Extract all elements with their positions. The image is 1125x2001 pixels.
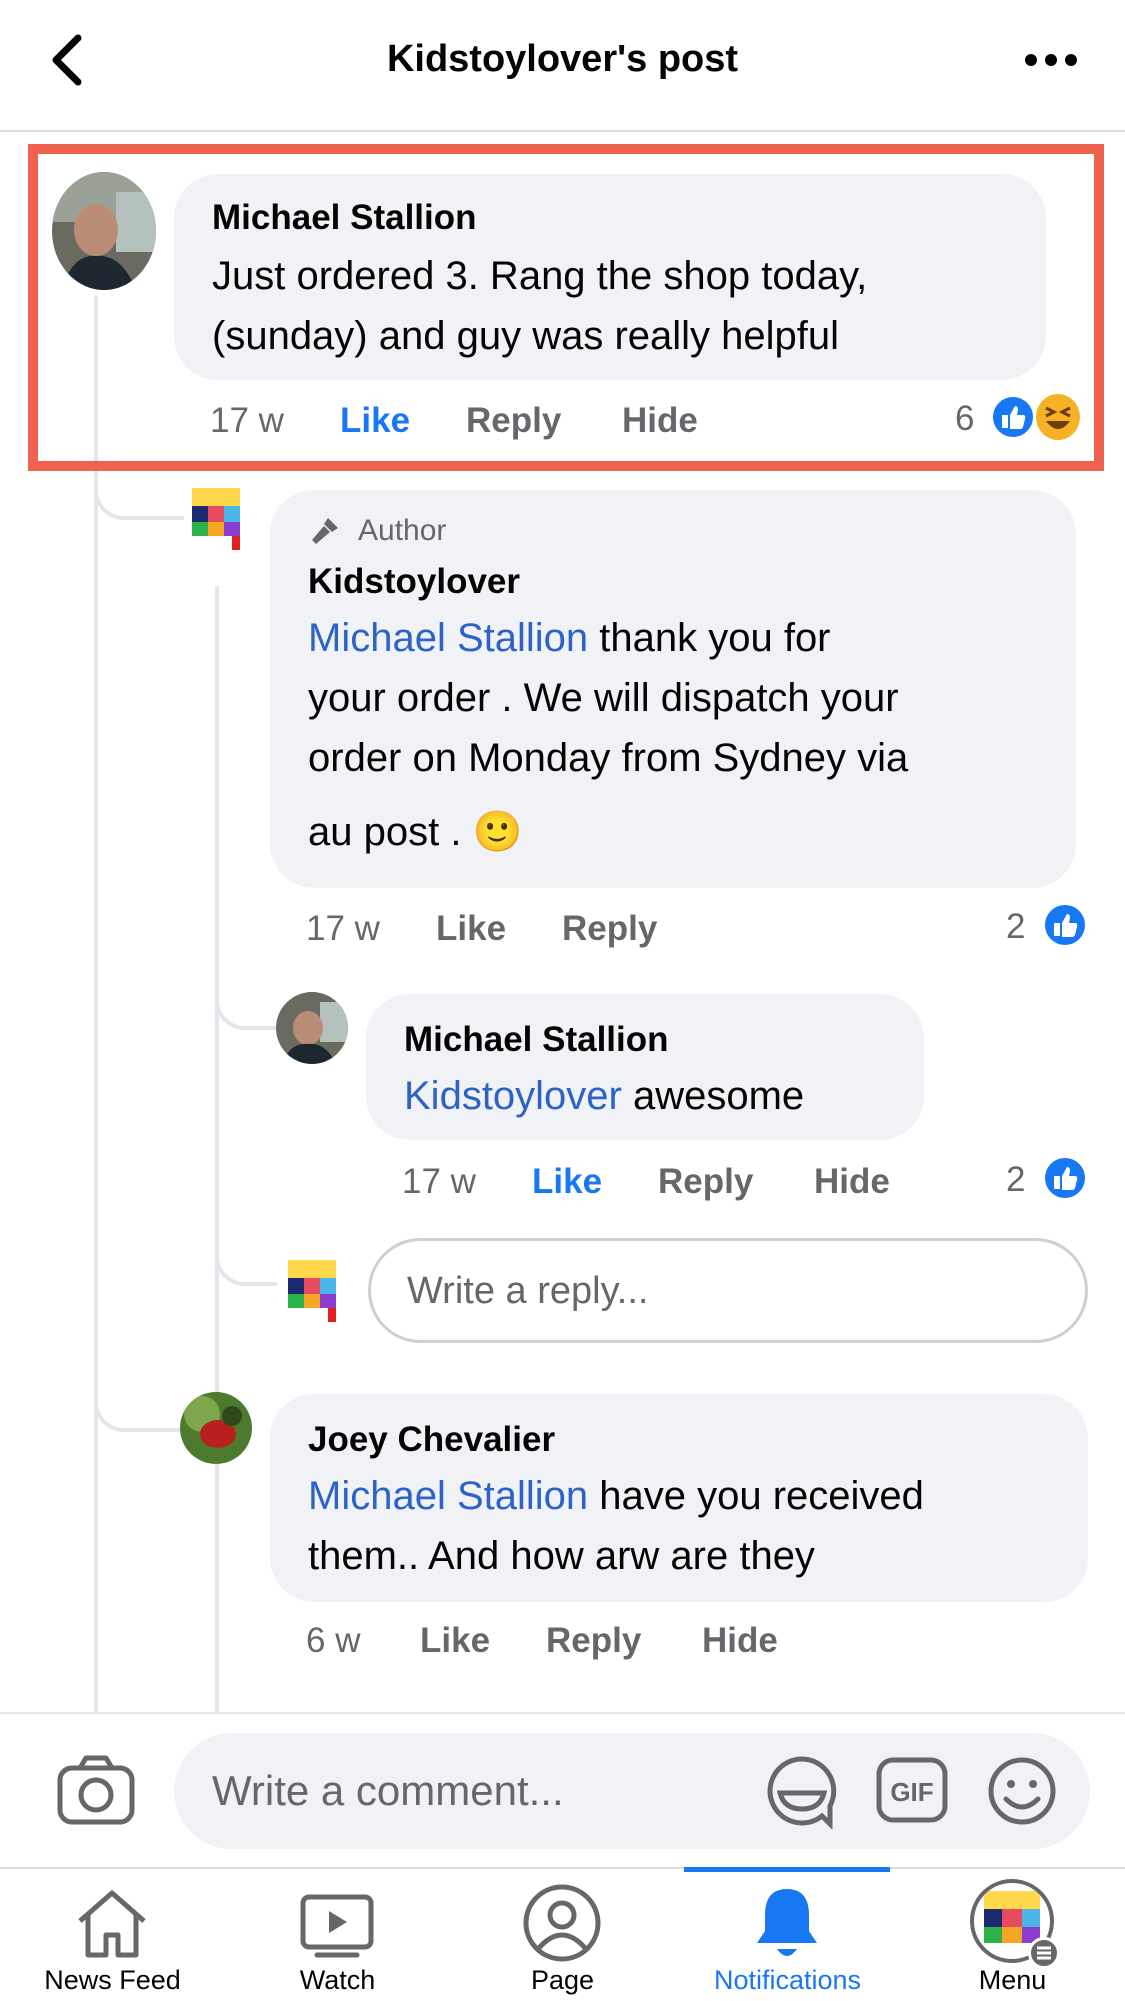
page-icon (523, 1884, 601, 1962)
thread-line (215, 586, 219, 1716)
mention-link[interactable]: Michael Stallion (308, 616, 588, 660)
reply-button[interactable]: Reply (546, 1621, 641, 1661)
comment-author[interactable]: Joey Chevalier (308, 1420, 555, 1460)
reaction-count[interactable]: 2 (1006, 907, 1025, 947)
tab-label: Menu (978, 1965, 1047, 1995)
comment-input[interactable]: Write a comment... GIF (174, 1733, 1090, 1849)
comment-text-line: Michael Stallion have you received (308, 1466, 924, 1526)
reaction-count[interactable]: 2 (1006, 1160, 1025, 1200)
bell-icon (757, 1889, 817, 1956)
like-reaction-icon (1042, 902, 1088, 948)
reply-input[interactable]: Write a reply... (368, 1238, 1088, 1343)
reply-input-placeholder: Write a reply... (407, 1270, 649, 1312)
like-button[interactable]: Like (420, 1621, 490, 1661)
tab-menu[interactable]: Menu (900, 1869, 1125, 2001)
tab-label: News Feed (44, 1965, 181, 1995)
avatar[interactable] (276, 992, 348, 1064)
microphone-icon (312, 518, 338, 544)
mention-link[interactable]: Kidstoylover (404, 1074, 622, 1118)
tab-label: Page (530, 1965, 595, 1995)
thread-line (94, 296, 98, 1716)
bottom-tab-bar: News Feed Watch Page Notifications Menu (0, 1867, 1125, 2001)
active-tab-indicator (684, 1867, 890, 1872)
tab-notifications[interactable]: Notifications (675, 1869, 900, 2001)
avatar (284, 1258, 340, 1326)
comment-text-segment: au post . (308, 810, 473, 854)
svg-text:GIF: GIF (890, 1777, 933, 1807)
sticker-icon[interactable] (764, 1753, 840, 1829)
hide-button[interactable]: Hide (702, 1621, 778, 1661)
header-bar: Kidstoylover's post (0, 0, 1125, 132)
watch-icon (300, 1894, 374, 1958)
tab-label: Watch (299, 1965, 376, 1995)
comment-timestamp: 6 w (306, 1621, 361, 1660)
emoji-icon[interactable] (986, 1755, 1058, 1827)
comment-input-placeholder: Write a comment... (212, 1767, 564, 1814)
comment-text-segment: have you received (588, 1474, 924, 1518)
comment-text-line: order on Monday from Sydney via (308, 736, 909, 780)
thread-connector (215, 960, 277, 1030)
camera-icon[interactable] (56, 1754, 136, 1826)
reply-button[interactable]: Reply (562, 909, 657, 949)
like-button[interactable]: Like (436, 909, 506, 949)
like-button[interactable]: Like (532, 1162, 602, 1202)
comment-timestamp: 17 w (402, 1162, 476, 1201)
comment-text: Kidstoylover awesome (404, 1066, 804, 1126)
thread-connector (215, 1220, 277, 1286)
home-icon (78, 1890, 146, 1958)
comment-author[interactable]: Kidstoylover (308, 562, 520, 602)
reply-button[interactable]: Reply (658, 1162, 753, 1202)
tab-page[interactable]: Page (450, 1869, 675, 2001)
thread-connector (94, 470, 184, 520)
hide-button[interactable]: Hide (814, 1162, 890, 1202)
mention-link[interactable]: Michael Stallion (308, 1474, 588, 1518)
comment-text-segment: thank you for (588, 616, 831, 660)
comment-text: Michael Stallion have you received them.… (308, 1466, 924, 1586)
gif-icon[interactable]: GIF (876, 1757, 948, 1823)
smile-emoji-icon: 🙂 (472, 809, 523, 855)
tab-watch[interactable]: Watch (225, 1869, 450, 2001)
comment-text-line: your order . We will dispatch your (308, 676, 899, 720)
thread-connector (94, 1380, 184, 1432)
comment-text-segment: awesome (621, 1074, 805, 1118)
author-badge-label: Author (358, 514, 447, 547)
comment-timestamp: 17 w (306, 909, 380, 948)
tab-label: Notifications (713, 1965, 862, 1995)
avatar[interactable] (188, 486, 244, 554)
more-dots-icon (1025, 54, 1077, 66)
comment-text: Michael Stallion thank you for your orde… (308, 608, 908, 862)
comment-author[interactable]: Michael Stallion (404, 1020, 669, 1060)
like-reaction-icon (1042, 1155, 1088, 1201)
comment-text-line: Michael Stallion thank you for (308, 608, 908, 668)
comment-text-line: au post . 🙂 (308, 802, 908, 862)
more-options-button[interactable] (1021, 42, 1081, 78)
highlight-box (28, 144, 1104, 471)
tab-news-feed[interactable]: News Feed (0, 1869, 225, 2001)
page-title: Kidstoylover's post (386, 38, 739, 80)
avatar[interactable] (180, 1392, 252, 1464)
comment-text-line: them.. And how arw are they (308, 1534, 815, 1578)
